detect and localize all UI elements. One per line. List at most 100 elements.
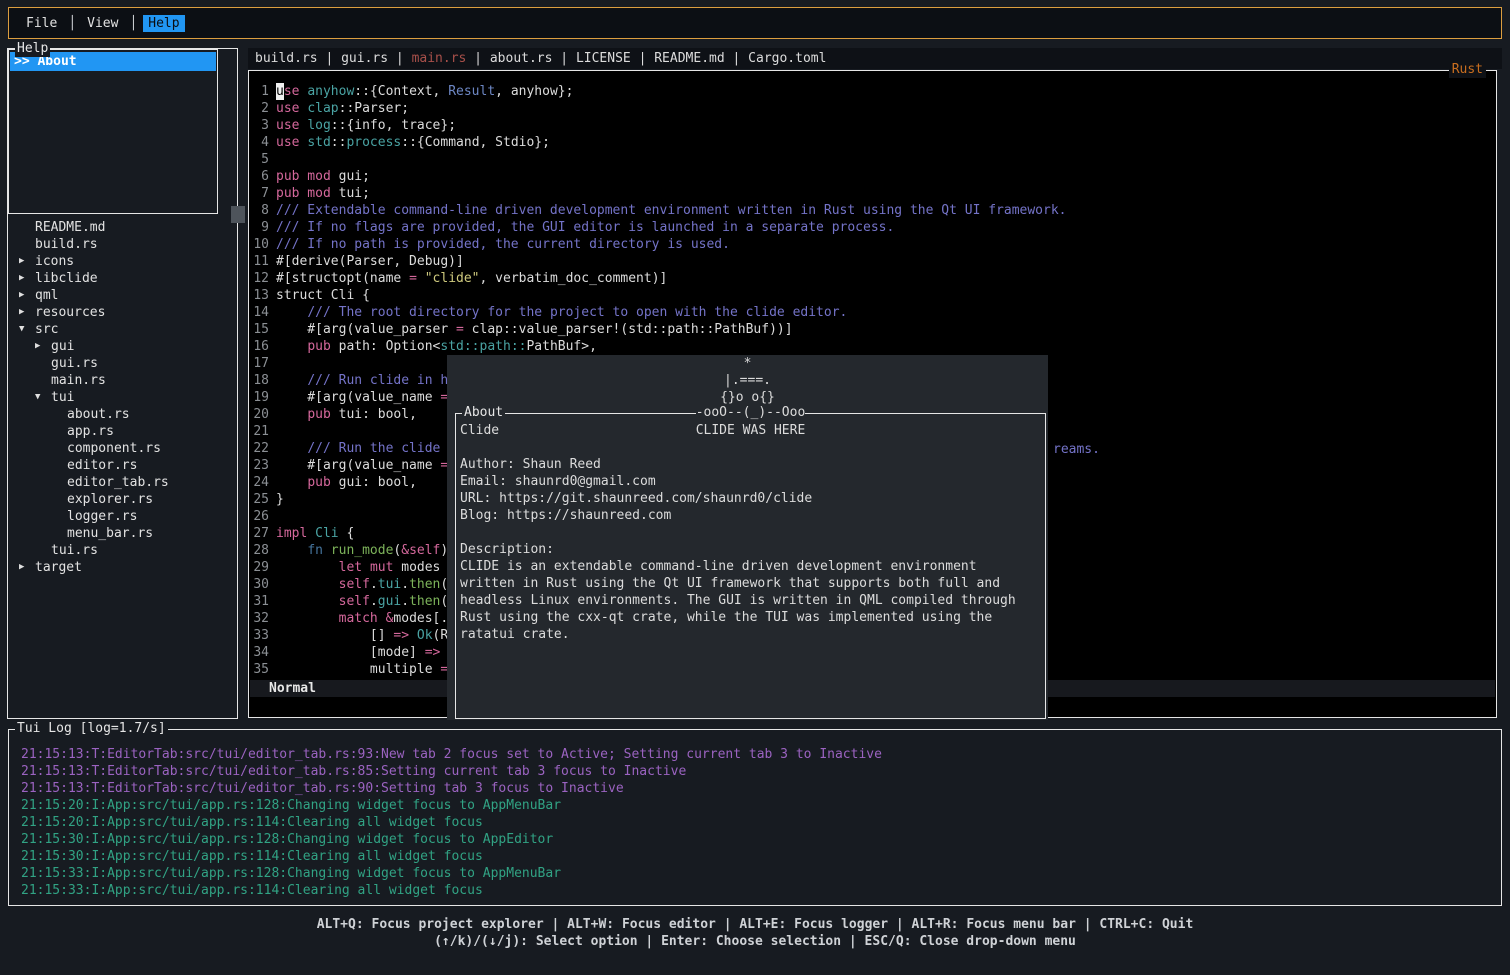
code-token: struct Cli { xyxy=(276,287,370,304)
code-token: modes xyxy=(393,559,440,576)
code-token xyxy=(276,304,307,321)
shortcut-line-1: ALT+Q: Focus project explorer | ALT+W: F… xyxy=(0,916,1510,933)
code-token: , anyhow}; xyxy=(495,83,573,100)
tab-license[interactable]: LICENSE xyxy=(576,51,631,66)
chevron-right-icon: ▶ xyxy=(19,270,35,287)
line-number: 30 xyxy=(250,576,269,593)
file-tree: README.mdbuild.rs▶icons▶libclide▶qml▶res… xyxy=(8,219,235,576)
about-banner: CLIDE WAS HERE xyxy=(460,422,1041,439)
tree-item-explorer-rs[interactable]: explorer.rs xyxy=(8,491,235,508)
tree-item-about-rs[interactable]: about.rs xyxy=(8,406,235,423)
chevron-down-icon: ▼ xyxy=(19,321,35,338)
code-token: #[arg(value_name xyxy=(276,457,440,474)
tab-build-rs[interactable]: build.rs xyxy=(255,51,318,66)
tree-item-label: explorer.rs xyxy=(67,491,153,508)
tab-main-rs[interactable]: main.rs xyxy=(412,51,467,66)
code-token: #[structopt(name xyxy=(276,270,409,287)
menu-view[interactable]: View xyxy=(82,15,123,32)
about-popup-box: About -ooO--(_)--Ooo ClideCLIDE WAS HERE… xyxy=(455,413,1046,719)
about-ascii-art: *|.===.{}o o{} xyxy=(447,355,1048,406)
tab-readme-md[interactable]: README.md xyxy=(654,51,724,66)
tree-item-component-rs[interactable]: component.rs xyxy=(8,440,235,457)
tree-item-editor-rs[interactable]: editor.rs xyxy=(8,457,235,474)
line-number: 11 xyxy=(250,253,269,270)
code-token xyxy=(276,542,307,559)
tree-item-src[interactable]: ▼src xyxy=(8,321,235,338)
ascii-art-line: {}o o{} xyxy=(447,389,1048,406)
tree-item-build-rs[interactable]: build.rs xyxy=(8,236,235,253)
code-line-10: 10/// If no path is provided, the curren… xyxy=(250,236,1495,253)
tree-item-gui[interactable]: ▶gui xyxy=(8,338,235,355)
code-line-15: 15 #[arg(value_parser = clap::value_pars… xyxy=(250,321,1495,338)
tree-item-libclide[interactable]: ▶libclide xyxy=(8,270,235,287)
code-line-7: 7pub mod tui; xyxy=(250,185,1495,202)
about-popup-title: About xyxy=(462,405,505,421)
editor-tab-bar: build.rs | gui.rs | main.rs | about.rs |… xyxy=(248,48,1502,69)
help-dropdown-title: Help xyxy=(15,41,50,57)
tree-item-label: qml xyxy=(35,287,58,304)
tree-item-main-rs[interactable]: main.rs xyxy=(8,372,235,389)
code-token: /// If no path is provided, the current … xyxy=(276,236,730,253)
line-number: 23 xyxy=(250,457,269,474)
tree-item-app-rs[interactable]: app.rs xyxy=(8,423,235,440)
tab-about-rs[interactable]: about.rs xyxy=(490,51,553,66)
about-text-line: Rust using the cxx-qt crate, while the T… xyxy=(460,609,1041,626)
tree-item-tui[interactable]: ▼tui xyxy=(8,389,235,406)
line-number: 31 xyxy=(250,593,269,610)
tree-item-target[interactable]: ▶target xyxy=(8,559,235,576)
code-token xyxy=(299,134,307,151)
chevron-down-icon: ▼ xyxy=(35,389,51,406)
tree-item-resources[interactable]: ▶resources xyxy=(8,304,235,321)
tree-item-gui-rs[interactable]: gui.rs xyxy=(8,355,235,372)
about-border-art: -ooO--(_)--Ooo xyxy=(696,405,806,421)
log-entry: 21:15:30:I:App:src/tui/app.rs:114:Cleari… xyxy=(21,848,1497,865)
tab-separator: | xyxy=(631,51,654,66)
tree-item-qml[interactable]: ▶qml xyxy=(8,287,235,304)
chevron-right-icon: ▶ xyxy=(35,338,51,355)
line-number: 4 xyxy=(250,134,269,151)
code-line-13: 13 struct Cli { xyxy=(250,287,1495,304)
code-token: { xyxy=(339,525,355,542)
line-number: 32 xyxy=(250,610,269,627)
tab-cargo-toml[interactable]: Cargo.toml xyxy=(748,51,826,66)
cursor: u xyxy=(276,83,284,100)
help-dropdown-menu: Help >> About xyxy=(8,49,218,214)
tree-item-label: logger.rs xyxy=(67,508,137,525)
log-entry: 21:15:13:T:EditorTab:src/tui/editor_tab.… xyxy=(21,780,1497,797)
menu-file[interactable]: File xyxy=(21,15,62,32)
line-number: 6 xyxy=(250,168,269,185)
chevron-right-icon: ▶ xyxy=(19,287,35,304)
code-token: ::{info, trace}; xyxy=(331,117,456,134)
code-token: /// Extendable command-line driven devel… xyxy=(276,202,1067,219)
code-token: pub xyxy=(307,474,330,491)
tree-item-menu-bar-rs[interactable]: menu_bar.rs xyxy=(8,525,235,542)
tree-item-logger-rs[interactable]: logger.rs xyxy=(8,508,235,525)
tab-gui-rs[interactable]: gui.rs xyxy=(341,51,388,66)
tree-item-label: about.rs xyxy=(67,406,130,423)
tree-item-tui-rs[interactable]: tui.rs xyxy=(8,542,235,559)
tree-item-label: gui xyxy=(51,338,74,355)
code-token: . xyxy=(401,576,409,593)
tree-item-label: libclide xyxy=(35,270,98,287)
about-text-line: written in Rust using the Qt UI framewor… xyxy=(460,575,1041,592)
tab-separator: | xyxy=(725,51,748,66)
code-line-4: 4use std::process::{Command, Stdio}; xyxy=(250,134,1495,151)
code-token: /// If no flags are provided, the GUI ed… xyxy=(276,219,894,236)
tree-item-label: component.rs xyxy=(67,440,161,457)
code-token: Ok xyxy=(417,627,433,644)
line-number: 1 xyxy=(250,83,269,100)
tree-item-readme-md[interactable]: README.md xyxy=(8,219,235,236)
line-number: 13 xyxy=(250,287,269,304)
tree-item-label: menu_bar.rs xyxy=(67,525,153,542)
code-token xyxy=(276,593,339,610)
menu-help[interactable]: Help xyxy=(143,15,184,32)
tree-item-icons[interactable]: ▶icons xyxy=(8,253,235,270)
tab-separator: | xyxy=(318,51,341,66)
chevron-right-icon: ▶ xyxy=(19,304,35,321)
line-number: 7 xyxy=(250,185,269,202)
tree-item-editor-tab-rs[interactable]: editor_tab.rs xyxy=(8,474,235,491)
clide-app: File│View│Help README.mdbuild.rs▶icons▶l… xyxy=(0,0,1510,975)
code-token: Cli xyxy=(315,525,338,542)
tree-item-label: gui.rs xyxy=(51,355,98,372)
about-text-line: URL: https://git.shaunreed.com/shaunrd0/… xyxy=(460,490,1041,507)
